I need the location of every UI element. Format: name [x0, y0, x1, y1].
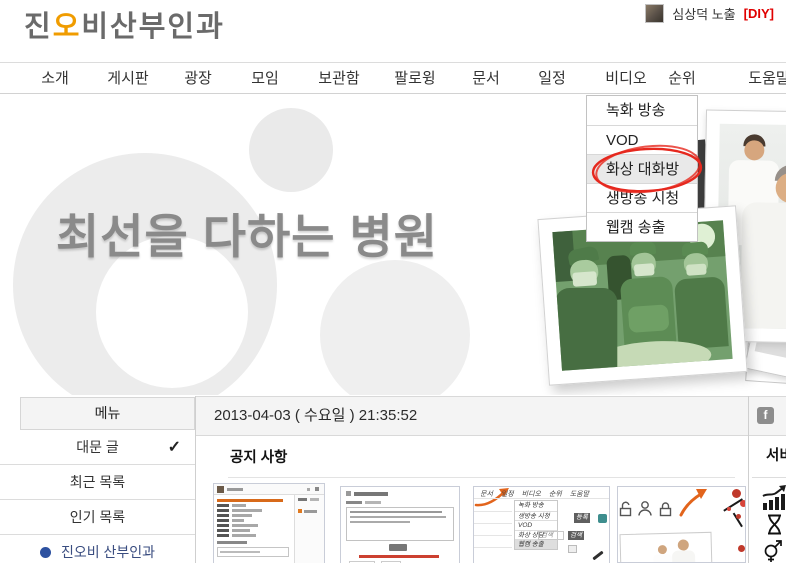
notice-thumb-privacy[interactable] [617, 486, 746, 563]
vertical-divider [195, 396, 196, 563]
sidebar-item-popular-list[interactable]: 인기 목록 [0, 500, 195, 535]
hero-headline: 최선을 다하는 병원 [56, 198, 438, 267]
section-divider [228, 477, 735, 478]
logo-accent-text: 오 [53, 11, 82, 43]
sidebar-item-clinic[interactable]: 진오비 산부인과 [0, 535, 195, 563]
lock-icon [658, 501, 673, 517]
decor-circle [320, 260, 470, 395]
mini-grid-icon [568, 545, 577, 553]
blossom-decor [727, 507, 731, 511]
stats-chart-icon[interactable] [762, 485, 786, 511]
check-icon: ✓ [168, 430, 181, 465]
nav-item-board[interactable]: 게시판 [107, 63, 148, 94]
mini-photo [619, 532, 712, 563]
menu-item-webcam-out[interactable]: 웹캠 송출 [587, 212, 697, 241]
sidebar-menu: 대문 글 ✓ 최근 목록 인기 목록 진오비 산부인과 [0, 430, 195, 563]
person-icon [637, 500, 653, 517]
section-divider [752, 477, 786, 478]
logo-text-suffix: 비산부인과 [81, 11, 224, 43]
nav-item-rank[interactable]: 순위 [668, 63, 696, 94]
menu-item-live-watch[interactable]: 생방송 시청 [587, 183, 697, 212]
user-name[interactable]: 심상덕 노출 [672, 4, 735, 23]
mini-dropdown: 녹화 방송 생방송 시청 VOD 화상 상담 웹캠 송출 [514, 500, 558, 550]
nav-item-plaza[interactable]: 광장 [184, 63, 212, 94]
menu-item-recorded-broadcast[interactable]: 녹화 방송 [587, 96, 697, 125]
nav-item-following[interactable]: 팔로윙 [394, 63, 435, 94]
nav-item-help[interactable]: 도움말 [748, 63, 786, 94]
unlock-icon [618, 501, 633, 517]
mini-register-button: 등록 [574, 513, 590, 523]
nav-item-schedule[interactable]: 일정 [538, 63, 566, 94]
vertical-divider [748, 396, 749, 563]
hourglass-icon[interactable] [766, 514, 783, 535]
mini-nav-line: 문서 일정 비디오 순위 도움말 [474, 487, 609, 499]
notice-thumb-form[interactable] [340, 486, 460, 563]
user-avatar[interactable] [645, 4, 664, 23]
sidebar-item-recent-list[interactable]: 최근 목록 [0, 465, 195, 500]
nav-item-video[interactable]: 비디오 [605, 63, 646, 94]
nav-item-docs[interactable]: 문서 [472, 63, 500, 94]
orange-arrow-icon [677, 487, 711, 517]
datetime-text: 2013-04-03 ( 수요일 ) 21:35:52 [214, 407, 417, 424]
blossom-decor [740, 500, 746, 507]
datetime-bar: 2013-04-03 ( 수요일 ) 21:35:52 [196, 396, 786, 436]
notice-thumb-menu-guide[interactable]: 문서 일정 비디오 순위 도움말 녹화 방송 생방송 시청 VOD 화상 상담 … [473, 486, 610, 563]
blossom-decor [736, 514, 741, 519]
diy-link[interactable]: [DIY] [744, 6, 774, 21]
blossom-decor [732, 489, 741, 498]
sidebar-title: 메뉴 [20, 397, 195, 430]
nav-item-archive[interactable]: 보관함 [318, 63, 359, 94]
bullet-icon [40, 547, 51, 558]
notice-section-title: 공지 사항 [230, 446, 287, 467]
page: 진오비산부인과 심상덕 노출 [DIY] 소개 게시판 광장 모임 보관함 팔로… [0, 0, 786, 563]
mini-teal-icon [598, 514, 607, 523]
nav-item-intro[interactable]: 소개 [41, 63, 69, 94]
pen-icon [592, 551, 603, 561]
user-area: 심상덕 노출 [DIY] [645, 4, 774, 23]
gender-icon[interactable] [763, 539, 783, 563]
menu-item-video-chatroom[interactable]: 화상 대화방 [587, 154, 697, 183]
sidebar-item-front-posts[interactable]: 대문 글 ✓ [0, 430, 195, 465]
mini-search-input: 검색 [538, 531, 564, 540]
nav-item-group[interactable]: 모임 [251, 63, 279, 94]
menu-item-vod[interactable]: VOD [587, 125, 697, 154]
decor-circle [249, 108, 333, 192]
video-dropdown-menu: 녹화 방송 VOD 화상 대화방 생방송 시청 웹캠 송출 [586, 95, 698, 242]
blossom-decor [738, 545, 745, 552]
logo-text: 진 [24, 11, 53, 43]
main-nav: 소개 게시판 광장 모임 보관함 팔로윙 문서 일정 비디오 순위 도움말 [0, 62, 786, 94]
site-logo[interactable]: 진오비산부인과 [24, 9, 225, 45]
mini-search-button: 검색 [568, 531, 584, 540]
facebook-icon[interactable]: f [757, 407, 774, 424]
services-title: 서비스 [766, 444, 786, 465]
notice-thumb-messenger[interactable] [213, 483, 325, 563]
